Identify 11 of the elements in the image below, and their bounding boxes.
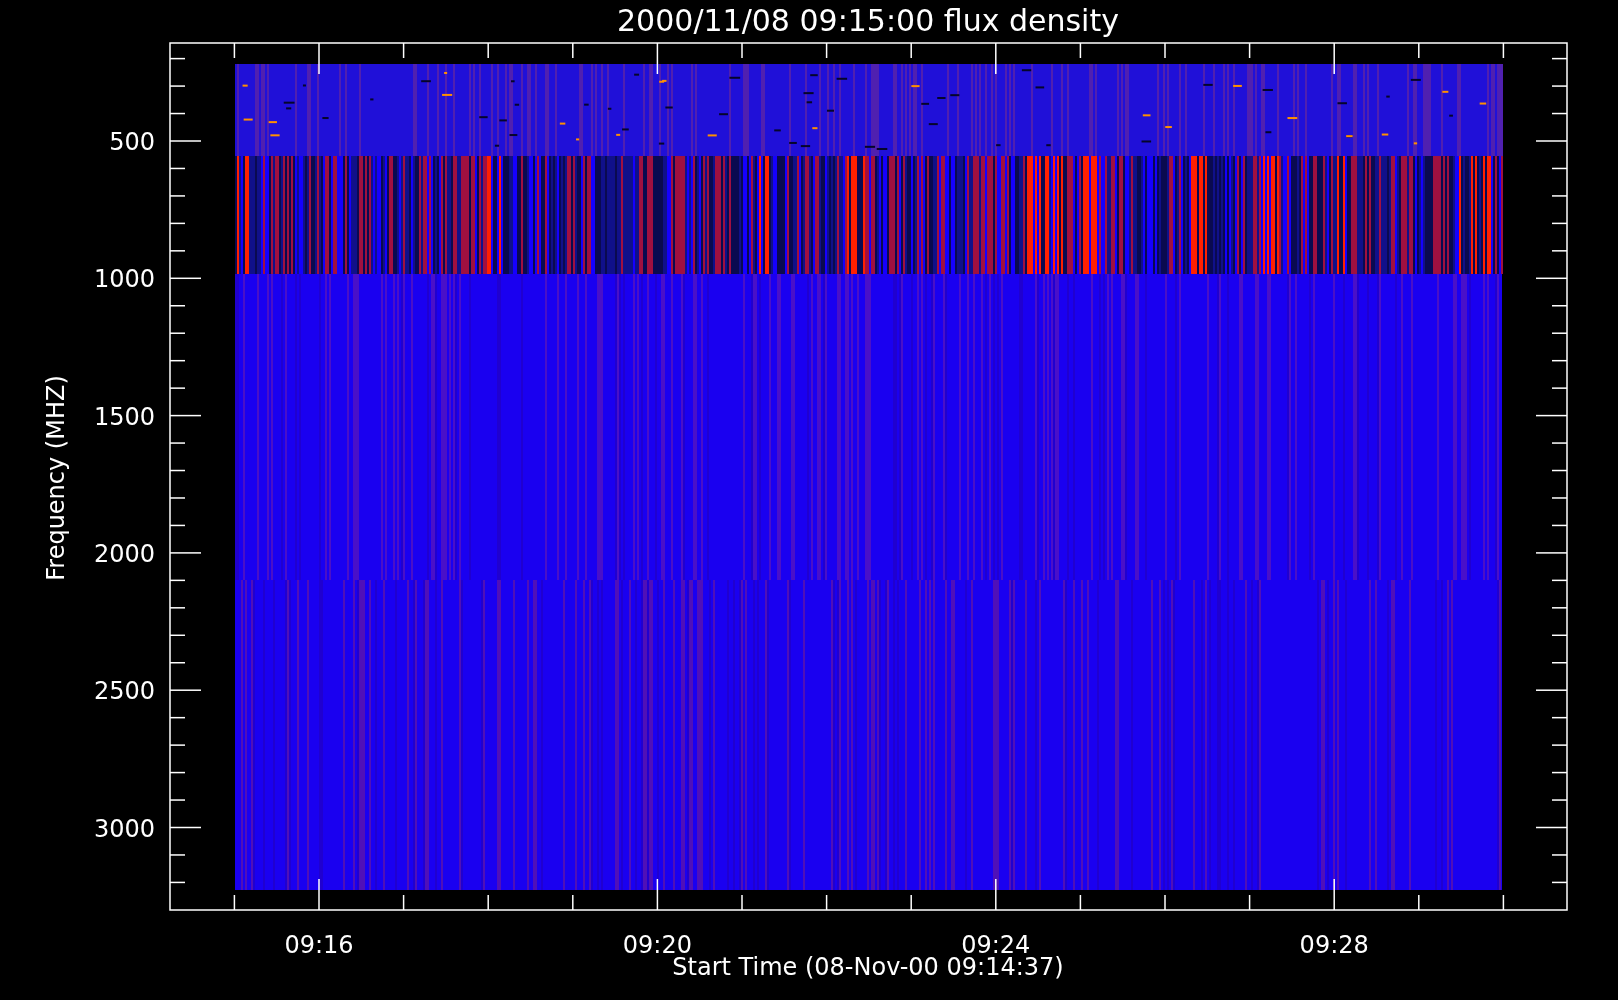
y-tick-label: 1500 xyxy=(93,402,155,431)
y-axis-label: Frequency (MHZ) xyxy=(42,375,70,581)
y-tick-label: 500 xyxy=(109,128,155,156)
y-tick-label: 1000 xyxy=(93,265,155,294)
y-tick-label: 2000 xyxy=(93,539,155,568)
chart-title: 2000/11/08 09:15:00 flux density xyxy=(617,3,1119,38)
y-tick-label: 2500 xyxy=(93,677,155,706)
x-axis-label: Start Time (08-Nov-00 09:14:37) xyxy=(672,953,1064,981)
y-tick-label: 3000 xyxy=(93,814,155,843)
x-tick-label: 09:28 xyxy=(1299,931,1369,959)
x-tick-label: 09:16 xyxy=(284,931,354,959)
